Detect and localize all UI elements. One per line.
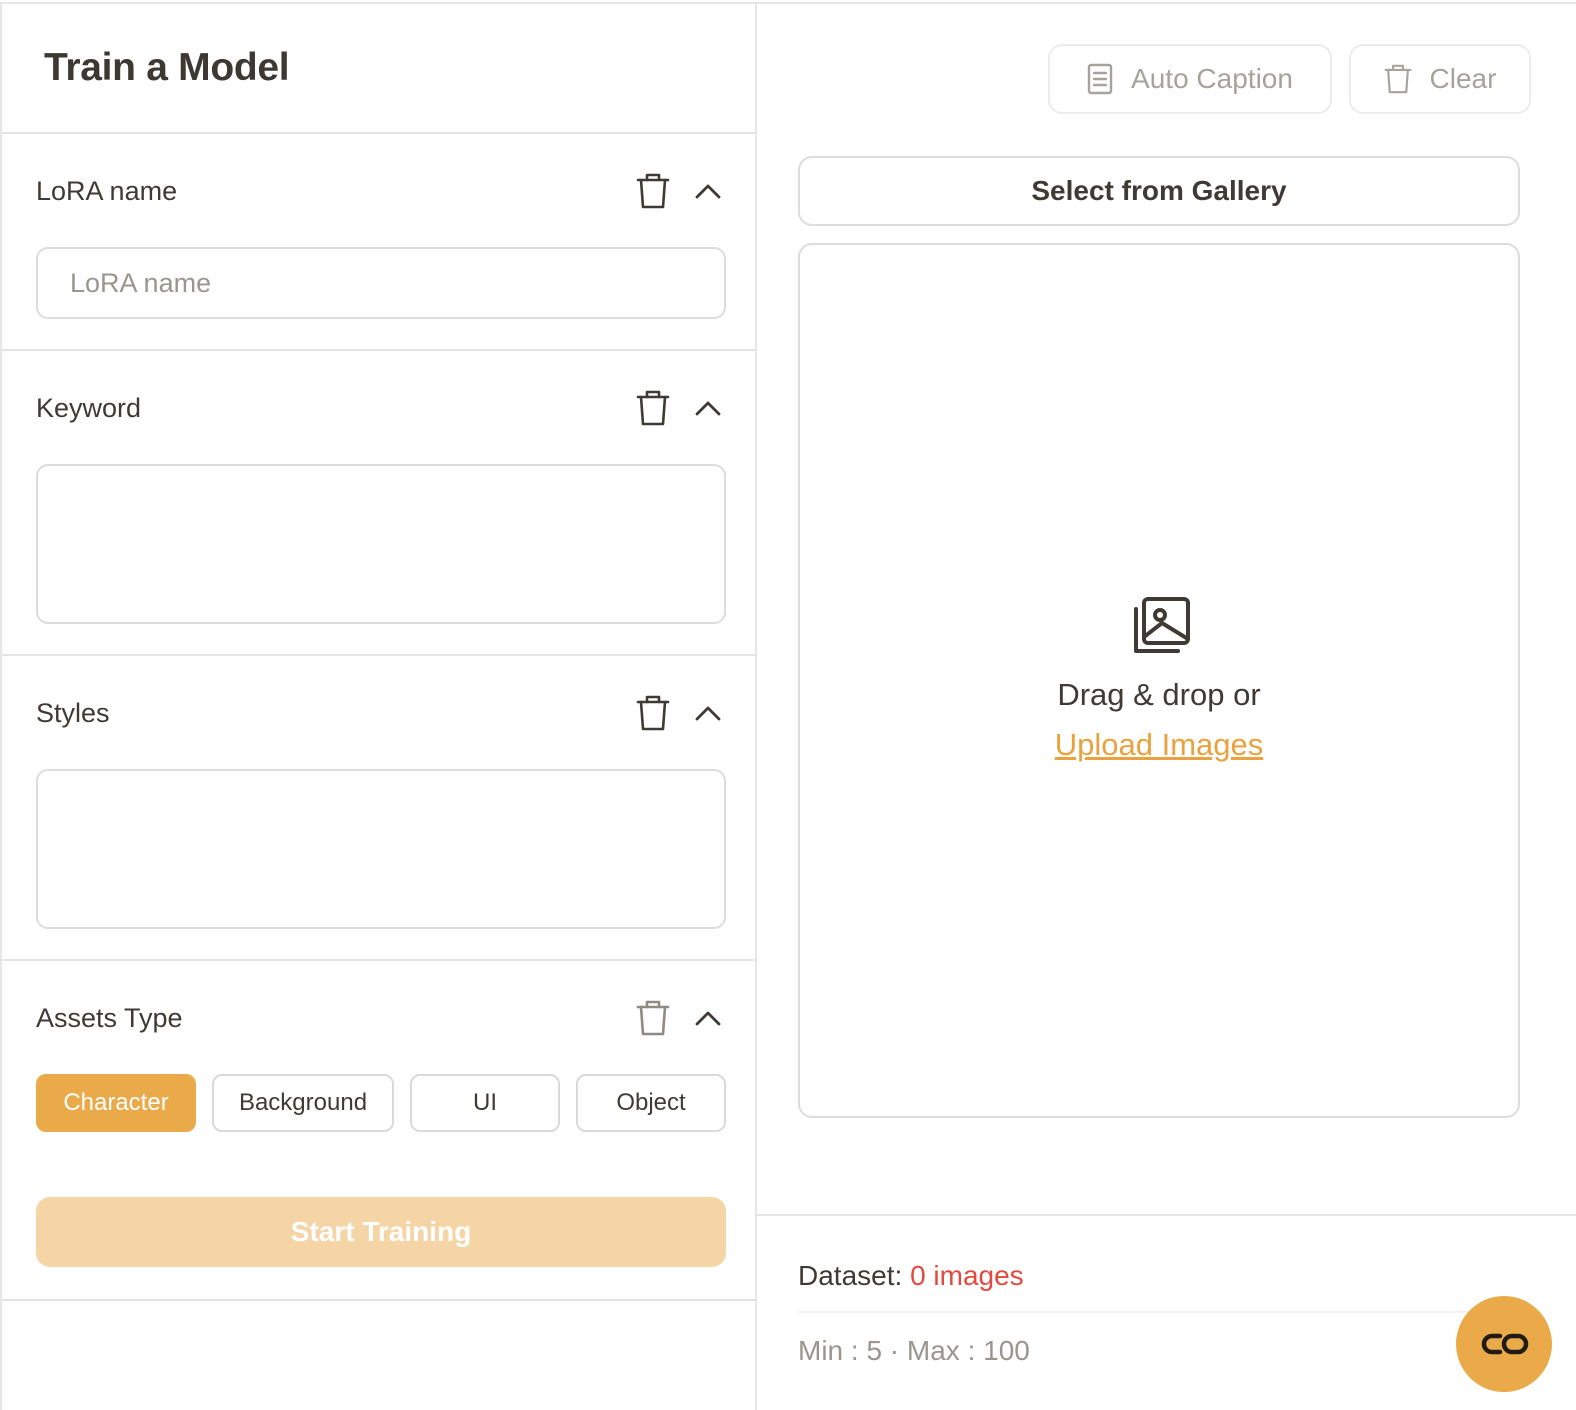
styles-collapse-button[interactable]: [688, 693, 728, 733]
page-title: Train a Model: [44, 46, 290, 89]
dataset-status: Dataset: 0 images: [798, 1260, 1024, 1292]
assets-type-clear-button[interactable]: [632, 997, 674, 1039]
trash-icon: [636, 390, 670, 426]
section-keyword: Keyword: [2, 349, 757, 655]
upload-images-link[interactable]: Upload Images: [800, 727, 1518, 763]
lora-name-label: LoRA name: [36, 176, 178, 206]
assets-type-collapse-button[interactable]: [688, 998, 728, 1038]
lora-name-collapse-button[interactable]: [688, 171, 728, 211]
dataset-limits: Min : 5 · Max : 100: [798, 1335, 1030, 1366]
clear-label: Clear: [1429, 63, 1497, 94]
asset-type-background[interactable]: Background: [212, 1074, 394, 1132]
chevron-up-icon: [695, 1011, 721, 1026]
dataset-soft-divider: [798, 1311, 1498, 1313]
dataset-divider: [757, 1214, 1576, 1216]
styles-textarea[interactable]: [36, 769, 726, 929]
floating-action-button[interactable]: [1456, 1296, 1552, 1392]
link-icon: [1481, 1333, 1529, 1355]
asset-type-ui[interactable]: UI: [410, 1074, 560, 1132]
trash-icon: [636, 173, 670, 209]
chevron-up-icon: [695, 401, 721, 416]
train-form-panel: Train a Model LoRA name Keyword: [0, 2, 757, 1410]
lora-name-input[interactable]: [36, 247, 726, 319]
start-training-button[interactable]: Start Training: [36, 1197, 726, 1267]
section-lora-name: LoRA name: [2, 132, 757, 350]
chevron-up-icon: [695, 706, 721, 721]
form-bottom-divider: [2, 1299, 757, 1301]
section-assets-type: Assets Type: [2, 959, 757, 1036]
lora-name-clear-button[interactable]: [632, 170, 674, 212]
clear-button[interactable]: Clear: [1349, 44, 1531, 114]
asset-type-character[interactable]: Character: [36, 1074, 196, 1132]
asset-type-object[interactable]: Object: [576, 1074, 726, 1132]
trash-icon: [636, 1000, 670, 1036]
dataset-label: Dataset:: [798, 1260, 903, 1291]
trash-icon: [636, 695, 670, 731]
section-styles: Styles: [2, 654, 757, 960]
image-gallery-icon: [1134, 597, 1190, 653]
image-dropzone[interactable]: Drag & drop or Upload Images: [798, 243, 1520, 1118]
keyword-textarea[interactable]: [36, 464, 726, 624]
dataset-count: 0 images: [910, 1260, 1024, 1291]
styles-clear-button[interactable]: [632, 692, 674, 734]
document-icon: [1087, 63, 1113, 95]
styles-label: Styles: [36, 698, 110, 728]
keyword-label: Keyword: [36, 393, 142, 423]
dropzone-text: Drag & drop or: [1057, 677, 1261, 712]
keyword-collapse-button[interactable]: [688, 388, 728, 428]
select-from-gallery-button[interactable]: Select from Gallery: [798, 156, 1520, 226]
trash-icon: [1384, 64, 1411, 94]
auto-caption-button[interactable]: Auto Caption: [1048, 44, 1332, 114]
keyword-clear-button[interactable]: [632, 387, 674, 429]
chevron-up-icon: [695, 184, 721, 199]
assets-type-label: Assets Type: [36, 1003, 183, 1033]
auto-caption-label: Auto Caption: [1131, 63, 1293, 94]
